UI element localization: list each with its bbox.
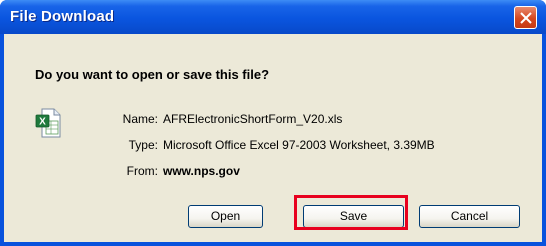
close-button[interactable] xyxy=(514,6,537,29)
file-name-value: AFRElectronicShortForm_V20.xls xyxy=(163,112,343,126)
file-download-dialog: File Download Do you want to open or sav… xyxy=(0,0,546,246)
cancel-button[interactable]: Cancel xyxy=(419,205,520,228)
save-button-highlight xyxy=(294,195,408,230)
name-label: Name: xyxy=(122,112,158,126)
file-source-value: www.nps.gov xyxy=(163,164,240,178)
dialog-body: Do you want to open or save this file? X… xyxy=(4,34,542,242)
question-text: Do you want to open or save this file? xyxy=(35,67,270,82)
close-icon xyxy=(520,12,532,24)
file-type-value: Microsoft Office Excel 97-2003 Worksheet… xyxy=(163,138,435,152)
excel-file-icon: X xyxy=(35,108,61,143)
open-button[interactable]: Open xyxy=(188,205,263,228)
from-label: From: xyxy=(126,164,158,178)
window-title: File Download xyxy=(10,8,115,25)
type-label: Type: xyxy=(128,138,158,152)
title-bar[interactable]: File Download xyxy=(0,0,546,34)
svg-text:X: X xyxy=(39,117,46,128)
